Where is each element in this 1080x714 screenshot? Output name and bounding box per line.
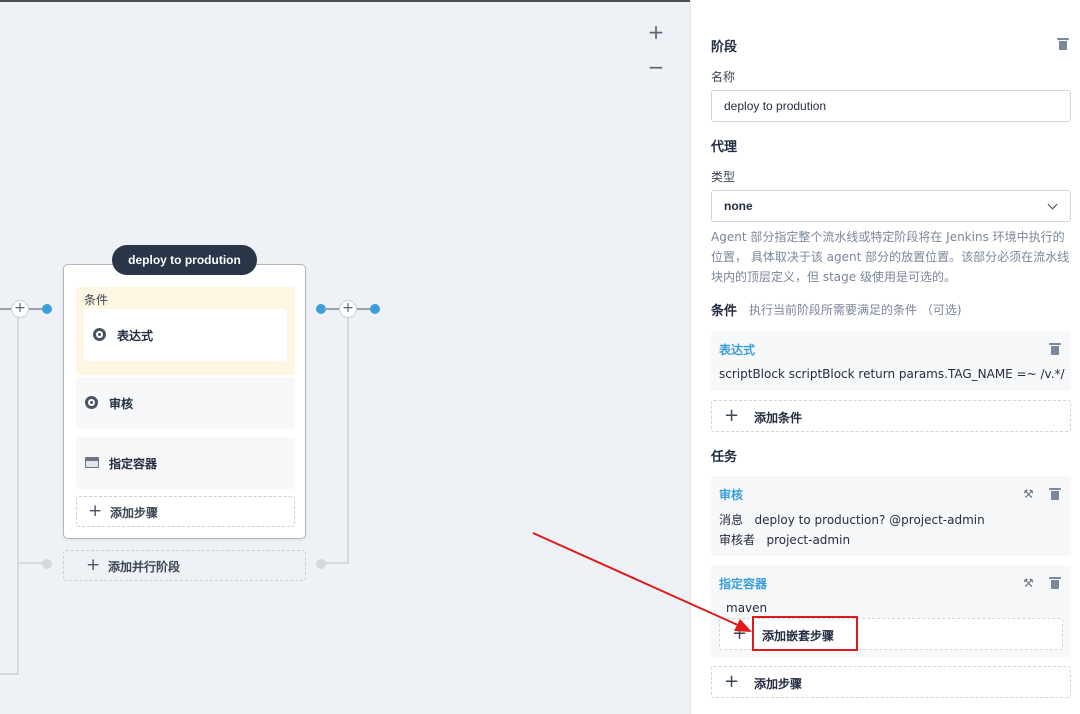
review-reviewer: 审核者 project-admin	[719, 531, 850, 548]
zoom-out-button[interactable]: −	[646, 57, 666, 77]
conditions-subtitle: 执行当前阶段所需要满足的条件 （可选)	[749, 303, 962, 317]
delete-stage-icon[interactable]	[1057, 38, 1069, 50]
container-name: maven	[726, 601, 768, 615]
connector-line	[0, 308, 11, 310]
name-label: 名称	[711, 70, 736, 84]
add-parallel-stage-button[interactable]: + 添加并行阶段	[63, 550, 306, 581]
review-task-card[interactable]: 审核 ⚒ 消息 deploy to production? @project-a…	[711, 476, 1071, 556]
reviewer-label: 审核者	[719, 533, 756, 547]
conditions-heading: 条件	[711, 304, 738, 319]
branch-line	[0, 673, 19, 675]
connector-dot	[316, 559, 326, 569]
plus-icon: +	[724, 671, 740, 692]
radio-icon	[93, 328, 106, 341]
terminal-icon	[85, 457, 99, 468]
add-step-button[interactable]: + 添加步骤	[76, 496, 295, 527]
connector-dot	[370, 304, 380, 314]
branch-line	[17, 318, 19, 675]
highlight-box	[752, 616, 858, 651]
condition-item[interactable]: 表达式	[84, 309, 287, 361]
add-parallel-label: 添加并行阶段	[108, 560, 181, 574]
plus-icon: +	[732, 623, 748, 644]
container-card-title: 指定容器	[719, 577, 768, 591]
delete-task-icon[interactable]	[1049, 577, 1061, 589]
connector-line	[357, 308, 371, 310]
condition-script: scriptBlock scriptBlock return params.TA…	[719, 367, 1065, 381]
zoom-in-button[interactable]: +	[646, 22, 666, 42]
stage-settings-panel: 阶段 名称 deploy to prodution 代理 类型 none Age…	[690, 0, 1080, 714]
connector-line	[29, 308, 43, 310]
add-stage-icon[interactable]: +	[339, 300, 357, 318]
review-card-title: 审核	[719, 488, 744, 502]
stage-name-input[interactable]: deploy to prodution	[711, 90, 1071, 122]
delete-condition-icon[interactable]	[1049, 343, 1061, 355]
stage-heading: 阶段	[711, 40, 738, 55]
delete-task-icon[interactable]	[1049, 488, 1061, 500]
condition-box[interactable]: 条件 表达式	[76, 287, 295, 375]
agent-description: Agent 部分指定整个流水线或特定阶段将在 Jenkins 环境中执行的位置，…	[711, 230, 1070, 284]
chevron-down-icon	[1047, 199, 1058, 210]
agent-type-value: none	[724, 199, 753, 213]
stage-title[interactable]: deploy to prodution	[112, 245, 257, 275]
message-value: deploy to production? @project-admin	[754, 513, 985, 527]
condition-item-label: 表达式	[117, 329, 154, 343]
reviewer-value: project-admin	[766, 533, 851, 547]
add-step-button[interactable]: + 添加步骤	[711, 666, 1071, 698]
connector-line	[324, 308, 340, 310]
condition-label: 条件	[84, 293, 109, 307]
add-condition-button[interactable]: + 添加条件	[711, 400, 1071, 432]
add-condition-label: 添加条件	[754, 411, 803, 425]
add-stage-icon[interactable]: +	[11, 300, 29, 318]
add-step-label: 添加步骤	[110, 506, 159, 520]
plus-icon: +	[86, 555, 101, 575]
condition-card[interactable]: 表达式 scriptBlock scriptBlock return param…	[711, 331, 1071, 391]
edit-icon[interactable]: ⚒	[1023, 488, 1035, 500]
tasks-heading: 任务	[711, 450, 738, 465]
branch-line	[347, 318, 349, 564]
connector-dot	[42, 304, 52, 314]
edit-icon[interactable]: ⚒	[1023, 577, 1035, 589]
connector-dot	[42, 559, 52, 569]
step-label: 审核	[109, 397, 134, 411]
plus-icon: +	[88, 501, 103, 521]
branch-line	[17, 562, 45, 564]
agent-type-select[interactable]: none	[711, 190, 1071, 222]
pipeline-canvas: + − + + 条件 表达式 审核 指定容器 + 添加步骤 deploy to …	[0, 0, 690, 714]
type-label: 类型	[711, 170, 736, 184]
stage-card[interactable]: 条件 表达式 审核 指定容器 + 添加步骤	[63, 264, 306, 539]
condition-card-title: 表达式	[719, 343, 756, 357]
add-step-label: 添加步骤	[754, 677, 803, 691]
radio-icon	[85, 396, 98, 409]
step-container[interactable]: 指定容器	[76, 437, 295, 489]
step-review[interactable]: 审核	[76, 377, 295, 429]
message-label: 消息	[719, 513, 744, 527]
plus-icon: +	[724, 405, 740, 426]
top-border	[0, 0, 690, 2]
step-label: 指定容器	[109, 457, 158, 471]
review-message: 消息 deploy to production? @project-admin	[719, 511, 985, 528]
agent-heading: 代理	[711, 140, 738, 155]
